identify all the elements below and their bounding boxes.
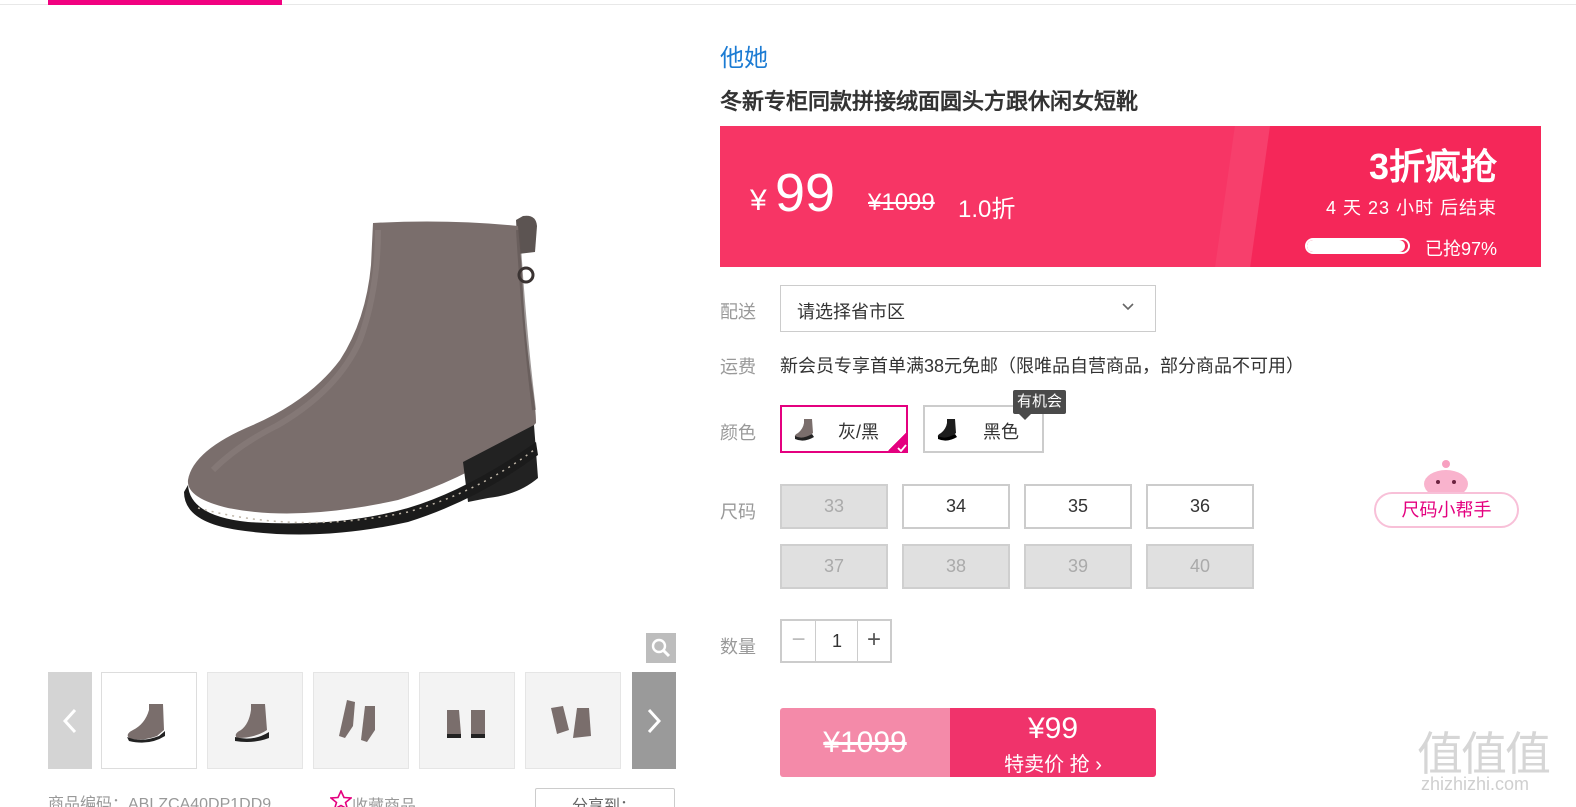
check-icon (897, 444, 907, 452)
thumbnail-1[interactable] (101, 672, 197, 769)
brand-link[interactable]: 他她 (720, 38, 768, 73)
thumbnail-3[interactable] (313, 672, 409, 769)
original-price: ¥1099 (868, 189, 935, 216)
chance-tag: 有机会 (1013, 390, 1067, 420)
thumbnail-4[interactable] (419, 672, 515, 769)
share-dropdown[interactable]: 分享到： (535, 788, 675, 807)
quantity-value[interactable]: 1 (817, 621, 857, 661)
size-option-40[interactable]: 40 (1146, 544, 1254, 589)
watermark-text: zhizhizhi.com (1421, 774, 1530, 794)
sale-price: 99 (775, 163, 836, 223)
size-option-34[interactable]: 34 (902, 484, 1010, 529)
magnifier-icon (651, 638, 671, 658)
site-watermark: 值值值 zhizhizhi.com (1417, 718, 1567, 798)
gray-boot-swatch-icon (794, 419, 814, 441)
shipping-info: 新会员专享首单满38元免邮（限唯品自营商品，部分商品不可用） (780, 356, 1305, 376)
shipping-label: 运费 (720, 357, 756, 377)
promo-label: 3折疯抢 (1368, 146, 1497, 187)
color-option-label: 灰/黑 (838, 422, 880, 442)
zoom-button[interactable] (646, 633, 676, 663)
favorite-link[interactable]: 收藏商品 (328, 789, 416, 807)
share-label: 分享到： (572, 798, 637, 807)
thumbnail-5[interactable] (525, 672, 621, 769)
size-option-33[interactable]: 33 (780, 484, 888, 529)
chevron-left-icon (63, 708, 77, 733)
size-option-35[interactable]: 35 (1024, 484, 1132, 529)
color-option-label: 黑色 (983, 422, 1019, 442)
product-meta-row: 商品编码：ABLZCA40DP1DD9 收藏商品 分享到： (48, 788, 676, 807)
product-code: 商品编码：ABLZCA40DP1DD9 (48, 796, 272, 807)
region-select[interactable]: 请选择省市区 (780, 285, 1156, 332)
thumbnail-2[interactable] (207, 672, 303, 769)
buy-original-price: ¥1099 (780, 708, 950, 777)
active-tab-indicator (48, 0, 282, 5)
buy-now-button[interactable]: ¥99 特卖价 抢 › (950, 708, 1156, 777)
sold-percentage: 已抢97% (1424, 239, 1497, 259)
thumbnail-strip (48, 672, 676, 769)
thumb-next-button[interactable] (632, 672, 676, 769)
thumb-prev-button[interactable] (48, 672, 92, 769)
ankle-boot-image (184, 215, 538, 535)
helper-mascot-icon (1424, 460, 1468, 496)
quantity-stepper: − 1 + (780, 619, 892, 663)
boot-pair-thumbnail-icon (339, 699, 375, 742)
boot-thumbnail-icon (235, 703, 269, 742)
selected-check-corner (886, 431, 908, 453)
black-boot-swatch-icon (937, 419, 957, 441)
boot-pair-thumbnail-icon (551, 705, 591, 738)
quantity-decrease-button[interactable]: − (782, 621, 816, 661)
delivery-label: 配送 (720, 302, 756, 322)
chevron-down-icon (1122, 303, 1134, 311)
quantity-label: 数量 (720, 637, 756, 657)
product-main-image[interactable] (48, 30, 676, 670)
boot-pair-thumbnail-icon (447, 709, 485, 738)
size-option-37[interactable]: 37 (780, 544, 888, 589)
color-label: 颜色 (720, 423, 756, 443)
size-option-38[interactable]: 38 (902, 544, 1010, 589)
favorite-label: 收藏商品 (352, 798, 417, 807)
region-select-value: 请选择省市区 (797, 302, 905, 322)
discount-rate: 1.0折 (958, 196, 1016, 223)
currency-symbol: ¥ (750, 184, 767, 217)
buy-label: 特卖价 抢 › (1004, 754, 1102, 776)
size-option-36[interactable]: 36 (1146, 484, 1254, 529)
size-helper-button[interactable]: 尺码小帮手 (1374, 492, 1519, 528)
flash-sale-banner: ¥ 99 ¥1099 1.0折 3折疯抢 4 天 23 小时 后结束 已抢97% (720, 126, 1541, 267)
color-option-gray-black[interactable]: 灰/黑 (780, 405, 908, 453)
boot-thumbnail-icon (127, 703, 165, 743)
star-icon (328, 789, 354, 807)
size-option-39[interactable]: 39 (1024, 544, 1132, 589)
sold-progress-bar (1305, 238, 1410, 254)
buy-sale-price: ¥99 (1027, 712, 1079, 745)
countdown-timer: 4 天 23 小时 后结束 (1325, 198, 1497, 218)
chevron-right-icon (647, 708, 661, 733)
size-label: 尺码 (720, 502, 756, 522)
sold-progress-fill (1307, 240, 1405, 252)
product-title: 冬新专柜同款拼接绒面圆头方跟休闲女短靴 (720, 89, 1139, 114)
quantity-increase-button[interactable]: + (857, 621, 890, 661)
